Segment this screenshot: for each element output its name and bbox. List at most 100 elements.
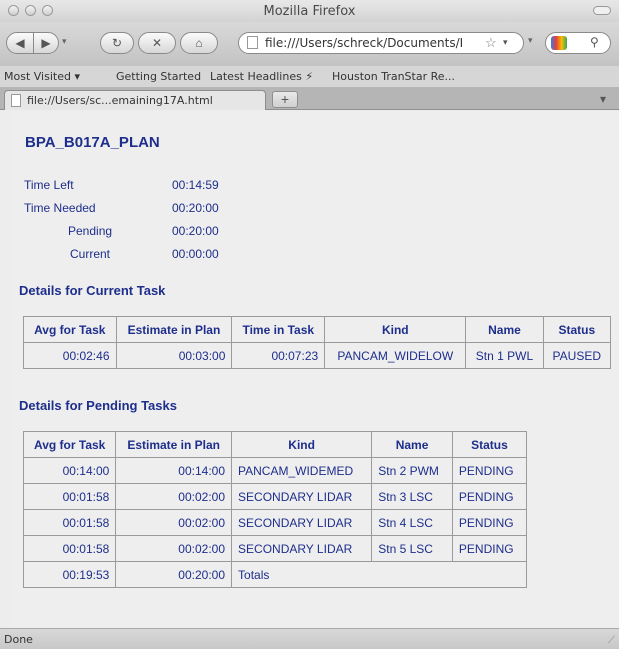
- forward-arrow-icon: ▶: [41, 36, 51, 50]
- google-search-icon[interactable]: [551, 36, 567, 50]
- back-button[interactable]: ◀: [6, 32, 34, 54]
- col-kind: Kind: [324, 316, 467, 343]
- url-text: file:///Users/schreck/Documents/I: [265, 36, 464, 50]
- table-row: 00:02:46 00:03:00 00:07:23 PANCAM_WIDELO…: [23, 342, 612, 369]
- col-avg-for-task: Avg for Task: [23, 316, 117, 343]
- cell-name: Stn 2 PWM: [371, 457, 453, 484]
- tab-label: file://Users/sc...emaining17A.html: [27, 94, 213, 107]
- cell-kind: SECONDARY LIDAR: [231, 535, 373, 562]
- cell-status: PENDING: [451, 457, 528, 484]
- cell-name: Stn 4 LSC: [371, 509, 453, 536]
- cell-avg: 00:01:58: [22, 535, 117, 562]
- tab-strip: file://Users/sc...emaining17A.html + ▾: [0, 88, 619, 110]
- cell-estimate: 00:02:00: [115, 483, 233, 510]
- table-row: 00:14:00 00:14:00 PANCAM_WIDEMED Stn 2 P…: [22, 457, 528, 484]
- resize-grip-icon[interactable]: ⟋: [608, 635, 615, 646]
- time-needed-label: Time Needed: [24, 201, 96, 215]
- url-dropdown-icon[interactable]: ▾: [503, 37, 508, 48]
- cell-avg: 00:01:58: [22, 509, 117, 536]
- page-content: BPA_B017A_PLAN Time Left 00:14:59 Time N…: [12, 112, 618, 628]
- total-avg: 00:19:53: [22, 561, 117, 588]
- col-estimate-in-plan: Estimate in Plan: [115, 431, 233, 458]
- cell-status: PENDING: [451, 509, 528, 536]
- history-dropdown-icon[interactable]: ▾: [62, 36, 67, 47]
- new-tab-button[interactable]: +: [272, 91, 298, 108]
- cell-avg: 00:14:00: [22, 457, 117, 484]
- cell-status: PENDING: [451, 483, 528, 510]
- search-box[interactable]: ⚲: [545, 32, 611, 54]
- col-avg-for-task: Avg for Task: [22, 431, 117, 458]
- cell-kind: SECONDARY LIDAR: [231, 483, 373, 510]
- toolbar-toggle-button[interactable]: [593, 6, 611, 15]
- home-button[interactable]: ⌂: [180, 32, 218, 54]
- reload-button[interactable]: ↻: [100, 32, 134, 54]
- cell-name: Stn 1 PWL: [465, 342, 544, 369]
- current-task-table: Avg for Task Estimate in Plan Time in Ta…: [23, 316, 612, 369]
- cell-estimate: 00:02:00: [115, 535, 233, 562]
- pending-tasks-heading: Details for Pending Tasks: [19, 398, 177, 413]
- status-text: Done: [4, 633, 33, 646]
- bookmarks-toolbar: Most Visited ▾ Getting Started Latest He…: [0, 66, 619, 88]
- bookmark-star-icon[interactable]: ☆: [485, 35, 497, 51]
- window-title: Mozilla Firefox: [263, 4, 356, 19]
- table-row: 00:01:58 00:02:00 SECONDARY LIDAR Stn 4 …: [22, 509, 528, 536]
- col-time-in-task: Time in Task: [231, 316, 326, 343]
- time-left-label: Time Left: [24, 178, 74, 192]
- table-row: 00:01:58 00:02:00 SECONDARY LIDAR Stn 5 …: [22, 535, 528, 562]
- bookmark-houston-transtar[interactable]: Houston TranStar Re...: [332, 70, 455, 83]
- current-label: Current: [70, 247, 111, 261]
- cell-estimate: 00:02:00: [115, 509, 233, 536]
- status-bar: Done ⟋: [0, 628, 619, 649]
- stop-icon: ✕: [151, 36, 163, 50]
- cell-avg: 00:02:46: [23, 342, 117, 369]
- col-estimate-in-plan: Estimate in Plan: [115, 316, 233, 343]
- col-status: Status: [542, 316, 612, 343]
- time-left-value: 00:14:59: [172, 178, 219, 192]
- col-status: Status: [451, 431, 528, 458]
- current-task-heading: Details for Current Task: [19, 283, 166, 298]
- pending-tasks-header-row: Avg for Task Estimate in Plan Kind Name …: [22, 431, 528, 458]
- total-estimate: 00:20:00: [115, 561, 233, 588]
- search-engine-separator-icon: ▾: [528, 35, 533, 45]
- reload-icon: ↻: [111, 36, 123, 50]
- cell-name: Stn 5 LSC: [371, 535, 453, 562]
- tab-page-icon: [11, 94, 21, 107]
- url-bar[interactable]: file:///Users/schreck/Documents/I ☆ ▾: [238, 32, 524, 54]
- current-value: 00:00:00: [172, 247, 219, 261]
- back-arrow-icon: ◀: [15, 36, 25, 50]
- search-magnifier-icon[interactable]: ⚲: [590, 35, 599, 49]
- pending-value: 00:20:00: [172, 224, 219, 238]
- pending-tasks-table: Avg for Task Estimate in Plan Kind Name …: [22, 431, 528, 588]
- list-all-tabs-icon[interactable]: ▾: [600, 92, 606, 106]
- cell-status: PAUSED: [542, 342, 612, 369]
- page-icon: [247, 36, 258, 49]
- totals-row: 00:19:53 00:20:00 Totals: [22, 561, 527, 588]
- bookmark-getting-started[interactable]: Getting Started: [116, 70, 201, 83]
- title-bar: Mozilla Firefox: [0, 0, 619, 22]
- cell-avg: 00:01:58: [22, 483, 117, 510]
- forward-button[interactable]: ▶: [33, 32, 59, 54]
- navigation-toolbar: ◀ ▶ ▾ ↻ ✕ ⌂ file:///Users/schreck/Docume…: [0, 22, 619, 66]
- current-task-header-row: Avg for Task Estimate in Plan Time in Ta…: [23, 316, 612, 343]
- cell-name: Stn 3 LSC: [371, 483, 453, 510]
- cell-estimate: 00:14:00: [115, 457, 233, 484]
- cell-status: PENDING: [451, 535, 528, 562]
- col-kind: Kind: [231, 431, 373, 458]
- col-name: Name: [465, 316, 544, 343]
- col-name: Name: [371, 431, 453, 458]
- bookmark-latest-headlines[interactable]: Latest Headlines ⚡: [210, 70, 313, 83]
- tab-current-page[interactable]: file://Users/sc...emaining17A.html: [4, 90, 266, 110]
- cell-kind: PANCAM_WIDELOW: [324, 342, 467, 369]
- stop-button[interactable]: ✕: [138, 32, 176, 54]
- cell-kind: SECONDARY LIDAR: [231, 509, 373, 536]
- bookmark-most-visited[interactable]: Most Visited ▾: [4, 70, 80, 83]
- totals-label: Totals: [231, 561, 527, 588]
- pending-label: Pending: [68, 224, 113, 238]
- plan-name: BPA_B017A_PLAN: [25, 134, 160, 151]
- browser-window: Mozilla Firefox ◀ ▶ ▾ ↻ ✕ ⌂ file:///User…: [0, 0, 619, 649]
- table-row: 00:01:58 00:02:00 SECONDARY LIDAR Stn 3 …: [22, 483, 528, 510]
- cell-time-in-task: 00:07:23: [231, 342, 326, 369]
- home-icon: ⌂: [195, 36, 203, 50]
- cell-kind: PANCAM_WIDEMED: [231, 457, 373, 484]
- time-needed-value: 00:20:00: [172, 201, 219, 215]
